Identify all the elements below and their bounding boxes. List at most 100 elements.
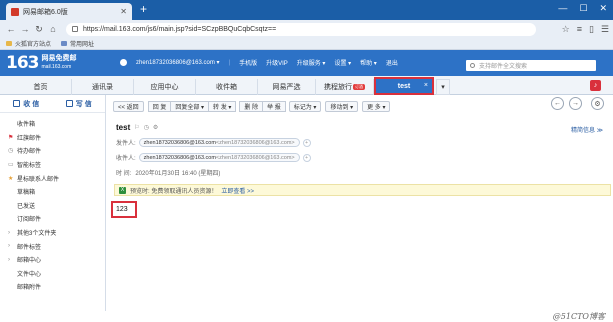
search-placeholder: 支持邮件全文搜索 [479,64,528,70]
bookmark-common[interactable]: 常用网址 [61,39,94,48]
gear-icon[interactable]: ⚙ [591,97,604,110]
bookmarks-bar: 火狐官方站点 常用网址 [0,38,613,50]
mail-favicon-icon [11,7,19,16]
sidebar-item-other-folders[interactable]: › 其他3个文件夹 [0,226,105,240]
chevron-right-icon: › [8,243,10,250]
close-tab-icon[interactable]: × [424,82,428,89]
back-arrow-icon[interactable]: ← [4,24,18,34]
upgrade-link[interactable]: 升级服务 ▾ [297,58,326,67]
sidebar-item-inbox[interactable]: 收件箱 [0,117,105,131]
minimize-icon[interactable]: — [558,3,567,14]
sidebar-item-sent[interactable]: 已发送 [0,199,105,213]
home-icon[interactable]: ⌂ [46,24,60,34]
logo-domain: mail.163.com [41,64,72,70]
sidebar-item-flagged[interactable]: ⚑ 红旗邮件 [0,131,105,145]
mobile-link[interactable]: 手机版 [239,58,257,67]
tab-close-icon[interactable]: ✕ [120,7,127,16]
settings-link[interactable]: 设置 ▾ [334,58,351,67]
sidebar-item-attachments[interactable]: 邮箱附件 [0,280,105,294]
promo-badge: 订酒 [353,84,365,90]
sidebar-item-mail-center[interactable]: › 邮箱中心 [0,253,105,267]
tab-ctrip[interactable]: 携程旅行 订酒 [316,79,374,95]
prev-mail-icon[interactable]: ← [551,97,564,110]
compose-button[interactable]: 写 信 [65,99,92,109]
menu-icon[interactable]: ☰ [601,24,609,35]
add-contact-icon[interactable]: + [302,138,311,147]
browser-tab[interactable]: 网易邮箱6.0版 ✕ [6,3,132,20]
report-button[interactable]: 举 报 [262,100,286,112]
notice-link[interactable]: 立即查看 >> [221,186,254,195]
tab-yanxuan[interactable]: 网易严选 [258,79,316,95]
tag-icon: ▭ [8,162,14,169]
sidebar-item-file-center[interactable]: 文件中心 [0,267,105,281]
music-icon[interactable]: ♪ [590,80,601,91]
settings-icon[interactable]: ⚙ [153,124,158,131]
tab-contacts[interactable]: 通讯录 [72,79,134,95]
download-icon [13,100,21,107]
sender-row: 发件人: zhen18732036806@163.com <zhen187320… [116,138,311,147]
delete-group: 删 除 举 报 [239,100,286,112]
tabs-more-icon[interactable]: ▾ [436,79,450,95]
tab-home[interactable]: 首页 [10,79,72,95]
reply-all-button[interactable]: 回复全部 ▾ [170,100,210,112]
avatar[interactable] [120,59,127,66]
sidebar-item-starred[interactable]: ★ 星标联系人邮件 [0,171,105,185]
spreadsheet-icon: X [119,186,126,194]
sidebar-item-mail-tags[interactable]: › 邮件标签 [0,239,105,253]
sidebar-icon[interactable]: ▯ [589,24,594,35]
status-bar: @51CTO博客 [0,311,613,322]
delete-button[interactable]: 删 除 [239,100,264,112]
help-link[interactable]: 帮助 ▾ [360,58,377,67]
simplify-info-link[interactable]: 精简信息 ≫ [571,125,603,134]
sidebar-item-subscriptions[interactable]: 订阅邮件 [0,212,105,226]
browser-tab-title: 网易邮箱6.0版 [23,8,68,16]
close-window-icon[interactable]: ✕ [599,3,607,14]
search-input[interactable]: 支持邮件全文搜索 [466,60,596,71]
back-button[interactable]: << 返回 [113,100,144,112]
recipient-chip[interactable]: zhen18732036806@163.com <zhen18732036806… [138,153,300,162]
tab-inbox[interactable]: 收件箱 [196,79,258,95]
sender-chip[interactable]: zhen18732036806@163.com <zhen18732036806… [138,138,300,147]
search-icon [470,63,475,68]
forward-arrow-icon[interactable]: → [18,24,32,34]
tab-test-active[interactable]: test × [374,77,434,95]
bookmark-firefox[interactable]: 火狐官方站点 [6,39,51,48]
mail-subject: test ⚐ ◷ ⚙ [116,123,159,132]
next-mail-icon[interactable]: → [569,97,582,110]
mark-as-button[interactable]: 标记为 ▾ [288,100,322,112]
address-bar-row: ← → ↻ ⌂ https://mail.163.com/js6/main.js… [0,20,613,38]
clock-icon[interactable]: ◷ [144,124,149,131]
new-tab-button[interactable]: + [140,2,147,16]
sidebar-item-todo[interactable]: ◷ 待办邮件 [0,144,105,158]
mail-header: 163 网易免费邮 mail.163.com zhen18732036806@1… [0,50,613,76]
logout-link[interactable]: 退出 [386,58,398,67]
mail-logo[interactable]: 163 网易免费邮 mail.163.com [6,53,77,73]
forward-button[interactable]: 转 发 ▾ [208,100,237,112]
mail-toolbar: << 返回 回 复 回复全部 ▾ 转 发 ▾ 删 除 举 报 标记为 ▾ 移动到… [107,98,613,114]
sidebar-item-drafts[interactable]: 草稿箱 [0,185,105,199]
url-input[interactable]: https://mail.163.com/js6/main.jsp?sid=SC… [66,22,536,36]
bookmark-star-icon[interactable]: ☆ [562,24,570,35]
active-tab-label: test [397,82,411,90]
flag-icon[interactable]: ⚐ [134,124,139,131]
from-label: 发件人: [116,141,136,147]
time-label: 时 间: [116,171,132,177]
recipient-row: 收件人: zhen18732036806@163.com <zhen187320… [116,153,311,162]
watermark: @51CTO博客 [552,312,605,321]
add-contact-icon[interactable]: + [302,153,311,162]
sidebar-item-smart-tags[interactable]: ▭ 智能标签 [0,158,105,172]
maximize-icon[interactable]: ☐ [579,3,587,14]
more-button[interactable]: 更 多 ▾ [362,100,391,112]
folder-icon [61,41,68,46]
account-name[interactable]: zhen18732036806@163.com ▾ [136,59,220,66]
time-value: 2020年01月30日 16:40 (星期四) [135,171,221,177]
tab-app-center[interactable]: 应用中心 [134,79,196,95]
reply-button[interactable]: 回 复 [147,100,172,112]
move-to-button[interactable]: 移动到 ▾ [325,100,359,112]
clock-icon: ◷ [8,148,14,155]
vip-link[interactable]: 升级VIP [266,58,288,67]
main-tabs: 首页 通讯录 应用中心 收件箱 网易严选 携程旅行 订酒 test × ▾ [0,76,613,95]
receive-button[interactable]: 收 信 [13,99,39,109]
library-icon[interactable]: ≡ [577,24,582,35]
reload-icon[interactable]: ↻ [32,24,46,35]
